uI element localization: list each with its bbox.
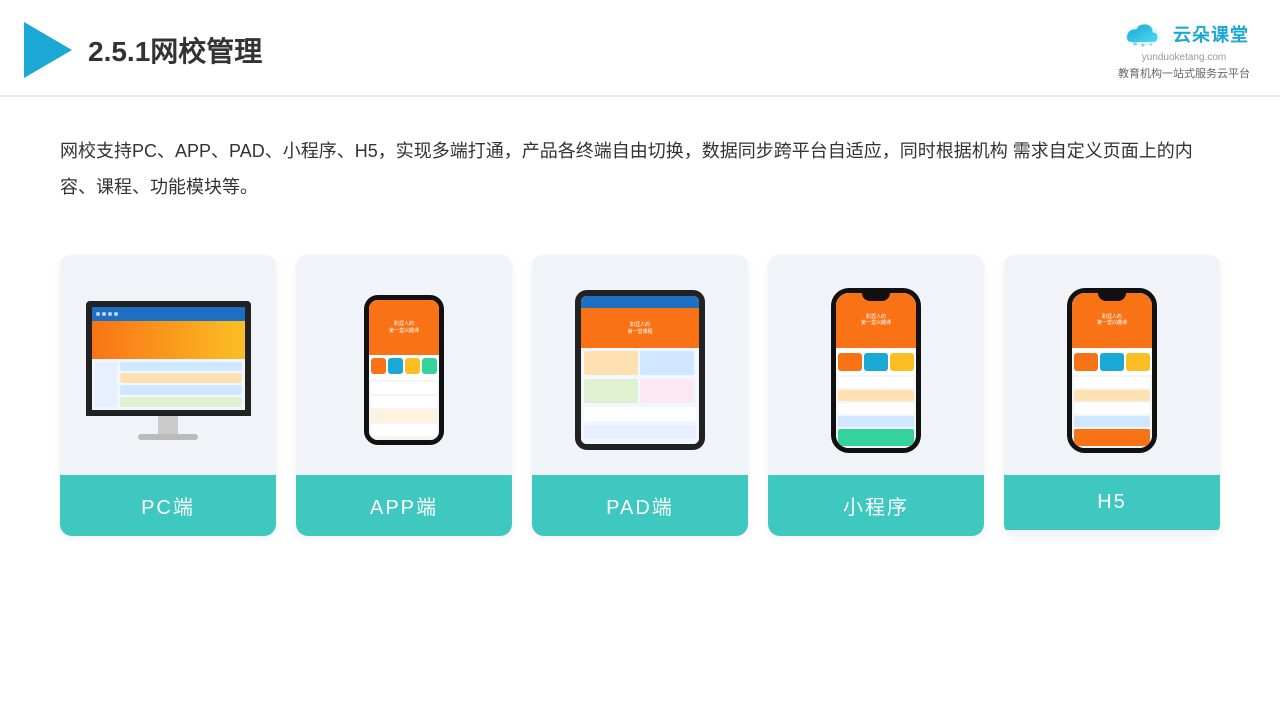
brand-logo: 云朵课堂 yunduoketang.com 教育机构一站式服务云平台	[1118, 18, 1250, 81]
logo-name: 云朵课堂	[1173, 21, 1249, 47]
logo-subtitle: 教育机构一站式服务云平台	[1118, 65, 1250, 81]
cloud-icon	[1119, 18, 1167, 50]
header-left: 2.5.1网校管理	[24, 22, 262, 78]
card-h5-label: H5	[1004, 475, 1220, 530]
h5-phone-icon: 职涯人的第一堂兴趣课	[1067, 288, 1157, 453]
card-pc-label: PC端	[60, 475, 276, 536]
description-text: 网校支持PC、APP、PAD、小程序、H5，实现多端打通，产品各终端自由切换，数…	[0, 97, 1280, 225]
card-app-label: APP端	[296, 475, 512, 536]
miniprogram-phone-icon: 职涯人的第一堂兴趣课	[831, 288, 921, 453]
card-app-image: 职涯人的第一堂兴趣课	[296, 255, 512, 475]
tablet-icon: 职涯人的第一堂课程	[575, 290, 705, 450]
card-h5-image: 职涯人的第一堂兴趣课	[1004, 255, 1220, 475]
app-phone-icon: 职涯人的第一堂兴趣课	[364, 295, 444, 445]
card-pad: 职涯人的第一堂课程 PAD端	[532, 255, 748, 536]
pc-monitor-icon	[86, 301, 251, 440]
card-miniprogram-label: 小程序	[768, 475, 984, 536]
card-miniprogram-image: 职涯人的第一堂兴趣课	[768, 255, 984, 475]
card-pad-image: 职涯人的第一堂课程	[532, 255, 748, 475]
logo-url: yunduoketang.com	[1142, 52, 1227, 63]
logo-triangle-icon	[24, 22, 72, 78]
monitor-screen	[86, 301, 251, 416]
card-pc-image	[60, 255, 276, 475]
card-pc: PC端	[60, 255, 276, 536]
card-pad-label: PAD端	[532, 475, 748, 536]
card-miniprogram: 职涯人的第一堂兴趣课 小程序	[768, 255, 984, 536]
card-h5: 职涯人的第一堂兴趣课 H5	[1004, 255, 1220, 536]
page-title: 2.5.1网校管理	[88, 30, 262, 70]
cloud-logo-area: 云朵课堂	[1119, 18, 1249, 50]
header: 2.5.1网校管理 云朵课堂 yunduoket	[0, 0, 1280, 97]
platform-cards: PC端 职涯人的第一堂兴趣课	[0, 235, 1280, 566]
card-app: 职涯人的第一堂兴趣课 APP端	[296, 255, 512, 536]
